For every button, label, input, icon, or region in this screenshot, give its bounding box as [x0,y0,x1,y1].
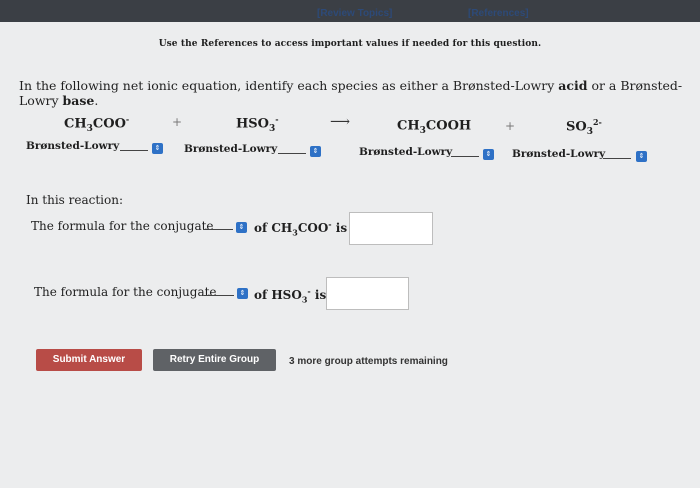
reaction-heading: In this reaction: [26,193,124,207]
select-arrows-icon[interactable]: ⇕ [636,151,647,162]
bl-label-1: Brønsted-Lowry [26,140,120,152]
conjugate-line-1-species: of CH3COO- is [254,219,348,238]
bl-label-4: Brønsted-Lowry [512,148,606,160]
prompt-text-3: . [94,93,99,108]
conjugate-answer-1[interactable] [349,212,433,245]
species-ch3cooh: CH3COOH [397,118,472,136]
conjugate-select-2[interactable]: ⇕ [204,285,248,299]
top-bar: [Review Topics] [References] [0,0,700,22]
review-topics-link[interactable]: [Review Topics] [317,8,392,19]
species-ch3coo: CH3COO- [64,114,130,134]
select-arrows-icon[interactable]: ⇕ [236,222,247,233]
question-prompt: In the following net ionic equation, ide… [19,78,689,108]
prompt-base: base [62,93,95,108]
conjugate-line-1-label: The formula for the conjugate [31,219,214,233]
species-so3: SO32- [566,117,602,137]
references-notice: Use the References to access important v… [158,39,542,49]
plus-sign-2: + [505,119,516,133]
conjugate-line-2-label: The formula for the conjugate [34,285,217,299]
prompt-acid: acid [558,78,588,93]
conjugate-select-1[interactable]: ⇕ [203,219,247,233]
retry-entire-group-button[interactable]: Retry Entire Group [153,349,276,371]
conjugate-line-2-species: of HSO3- is [254,286,327,305]
reaction-arrow: ⟶ [330,114,351,130]
plus-sign-1: + [172,115,183,129]
bl-select-1[interactable]: ⇕ [120,140,164,154]
bl-label-3: Brønsted-Lowry [359,146,453,158]
select-arrows-icon[interactable]: ⇕ [237,288,248,299]
prompt-text-1: In the following net ionic equation, ide… [19,78,559,93]
select-arrows-icon[interactable]: ⇕ [483,149,494,160]
bl-select-3[interactable]: ⇕ [451,146,496,160]
reference-links: [Review Topics] [References] [0,6,700,22]
bl-label-2: Brønsted-Lowry [184,143,278,155]
bl-select-2[interactable]: ⇕ [278,143,323,157]
references-link[interactable]: [References] [468,8,529,19]
conjugate-answer-2[interactable] [326,277,409,310]
select-arrows-icon[interactable]: ⇕ [310,146,321,157]
species-hso3: HSO3- [236,114,279,134]
bl-select-4[interactable]: ⇕ [603,148,649,162]
select-arrows-icon[interactable]: ⇕ [152,143,163,154]
submit-answer-button[interactable]: Submit Answer [36,349,142,371]
attempts-remaining: 3 more group attempts remaining [289,356,448,367]
